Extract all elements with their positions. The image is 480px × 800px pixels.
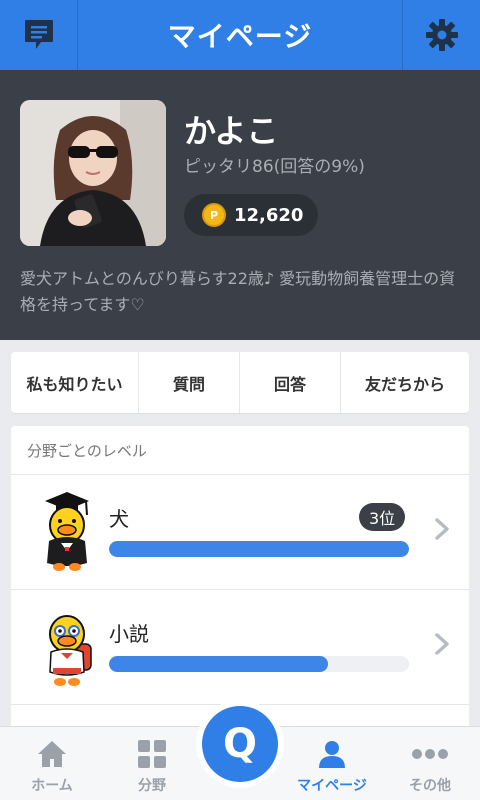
avatar-photo <box>20 100 166 246</box>
chevron-right-icon <box>435 633 449 655</box>
level-row-novel[interactable]: 小説 <box>11 590 469 705</box>
level-progress-fill <box>109 656 328 672</box>
nav-more[interactable]: その他 <box>382 727 478 800</box>
app-header: マイページ <box>0 0 480 70</box>
nav-categories-label: 分野 <box>138 778 166 794</box>
nav-home-label: ホーム <box>31 778 73 794</box>
gear-icon <box>425 19 458 51</box>
settings-button[interactable] <box>402 0 480 70</box>
student-chick-icon <box>49 615 92 686</box>
person-icon <box>319 741 345 768</box>
level-progress-bar <box>109 656 409 672</box>
section-title: 分野ごとのレベル <box>11 426 469 475</box>
graduate-chick-icon <box>45 492 89 571</box>
tab-want-to-know[interactable]: 私も知りたい <box>11 352 139 413</box>
profile-name: かよこ <box>184 112 279 150</box>
nav-mypage[interactable]: マイページ <box>284 727 380 800</box>
message-icon <box>24 20 53 49</box>
level-field-name: 犬 <box>109 507 129 531</box>
more-icon <box>412 749 448 759</box>
nav-more-label: その他 <box>409 778 451 794</box>
nav-mypage-label: マイページ <box>297 778 367 794</box>
tab-answers[interactable]: 回答 <box>240 352 341 413</box>
page-title: マイページ <box>167 20 313 53</box>
nav-categories[interactable]: 分野 <box>104 727 200 800</box>
ask-question-button[interactable]: Q <box>196 700 284 788</box>
match-rate: ピッタリ86(回答の9%) <box>184 157 365 177</box>
coin-balance[interactable]: P 12,620 <box>184 194 318 236</box>
coin-icon: P <box>202 203 226 227</box>
grid-icon <box>138 740 166 768</box>
level-field-name: 小説 <box>109 622 149 646</box>
home-icon <box>38 741 66 767</box>
level-progress-fill <box>109 541 409 557</box>
activity-tabs: 私も知りたい 質問 回答 友だちから <box>11 352 469 413</box>
profile-section: かよこ ピッタリ86(回答の9%) P 12,620 愛犬アトムとのんびり暮らす… <box>0 70 480 340</box>
profile-bio: 愛犬アトムとのんびり暮らす22歳♪ 愛玩動物飼養管理士の資格を持ってます♡ <box>20 269 456 314</box>
messages-button[interactable] <box>0 0 78 70</box>
coin-amount: 12,620 <box>234 204 304 226</box>
level-row-dog[interactable]: 犬 3位 <box>11 475 469 590</box>
rank-badge: 3位 <box>359 503 406 531</box>
avatar[interactable] <box>20 100 166 246</box>
tab-from-friends[interactable]: 友だちから <box>341 352 469 413</box>
question-button-label: Q <box>202 706 278 782</box>
chevron-right-icon <box>435 518 449 540</box>
tab-questions[interactable]: 質問 <box>139 352 240 413</box>
level-progress-bar <box>109 541 409 557</box>
nav-home[interactable]: ホーム <box>4 727 100 800</box>
